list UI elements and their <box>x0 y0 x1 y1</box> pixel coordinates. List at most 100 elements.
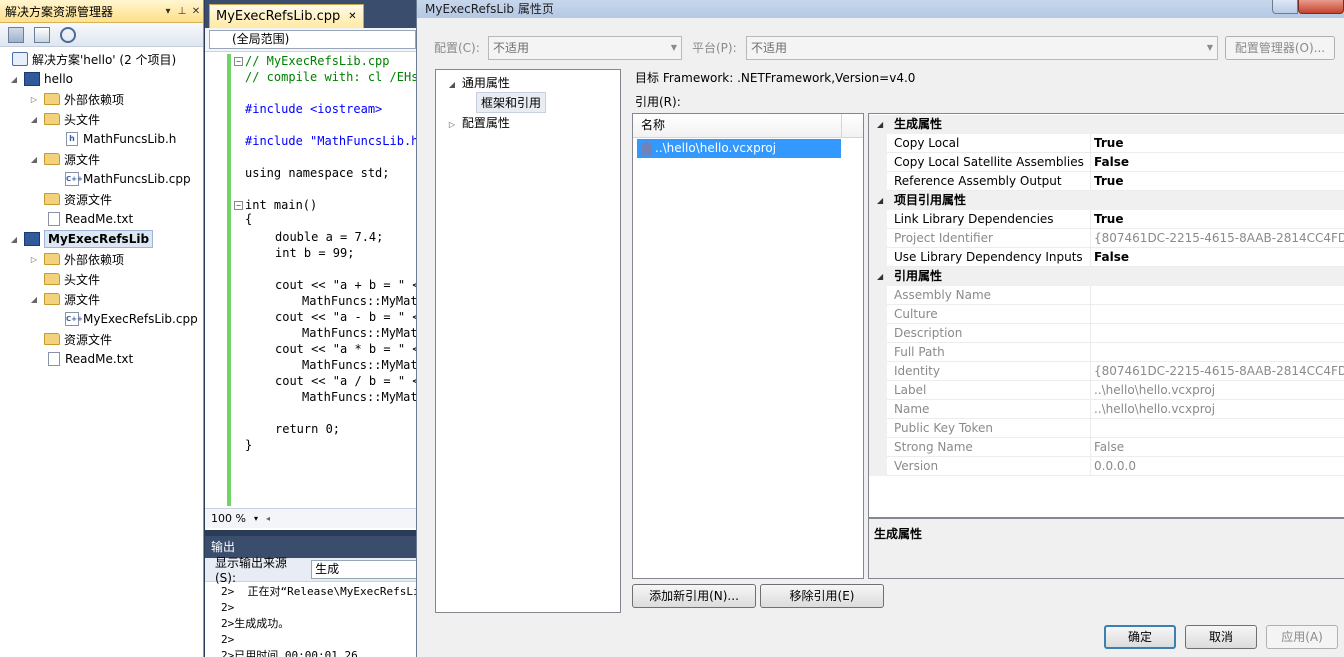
tree-item-folder[interactable]: ◢ 源文件 <box>0 289 203 309</box>
zoom-bar: 100 % ▾ ◂ <box>205 508 420 528</box>
folder-icon <box>44 193 60 205</box>
expand-arrow-icon[interactable]: ▷ <box>28 255 40 264</box>
close-button[interactable] <box>1298 0 1344 14</box>
add-new-reference-button[interactable]: 添加新引用(N)... <box>632 584 756 608</box>
collapse-arrow-icon[interactable]: ◢ <box>28 155 40 164</box>
collapse-arrow-icon[interactable]: ◢ <box>8 75 20 84</box>
tree-item-file[interactable]: C++ MathFuncsLib.cpp <box>0 169 203 189</box>
references-list[interactable]: 名称 ..\hello\hello.vcxproj <box>632 113 864 579</box>
scroll-left-icon[interactable]: ◂ <box>266 514 270 523</box>
collapse-arrow-icon[interactable]: ◢ <box>28 115 40 124</box>
tree-item-file[interactable]: ReadMe.txt <box>0 209 203 229</box>
code-area[interactable]: − // MyExecRefsLib.cpp // compile with: … <box>205 52 420 508</box>
cancel-button[interactable]: 取消 <box>1185 625 1257 649</box>
output-source-dropdown[interactable]: 生成 <box>311 560 420 579</box>
tree-item-file[interactable]: ReadMe.txt <box>0 349 203 369</box>
tree-item-folder[interactable]: ◢ 头文件 <box>0 109 203 129</box>
nav-item-framework-references[interactable]: 框架和引用 <box>476 92 547 113</box>
property-row[interactable]: Full Path <box>869 343 1344 362</box>
collapse-arrow-icon[interactable]: ◢ <box>28 295 40 304</box>
tab-myexecrefslib-cpp[interactable]: MyExecRefsLib.cpp ✕ <box>209 4 364 28</box>
output-source-label: 显示输出来源(S): <box>215 556 288 585</box>
reference-icon <box>641 142 652 155</box>
property-category[interactable]: ◢ 项目引用属性 <box>869 191 1344 210</box>
tree-item-file[interactable]: h MathFuncsLib.h <box>0 129 203 149</box>
code-line: #include "MathFuncsLib.h <box>245 134 419 148</box>
close-icon[interactable]: ✕ <box>348 11 356 22</box>
close-icon[interactable]: ✕ <box>189 6 203 17</box>
show-all-files-icon[interactable] <box>34 26 50 43</box>
tree-item-file[interactable]: C++ MyExecRefsLib.cpp <box>0 309 203 329</box>
property-row[interactable]: Name ..\hello\hello.vcxproj <box>869 400 1344 419</box>
property-row[interactable]: Reference Assembly Output True <box>869 172 1344 191</box>
collapse-arrow-icon: ◢ <box>877 120 884 129</box>
fold-toggle-icon[interactable]: − <box>234 57 243 66</box>
property-row[interactable]: Culture <box>869 305 1344 324</box>
chevron-down-icon: ▼ <box>670 43 677 52</box>
property-row[interactable]: Copy Local True <box>869 134 1344 153</box>
fold-toggle-icon[interactable]: − <box>234 201 243 210</box>
property-grid: ◢ 生成属性 Copy Local True Copy Local Satellit… <box>868 113 1344 518</box>
tree-item-folder[interactable]: 资源文件 <box>0 329 203 349</box>
solution-tree: 解决方案'hello' (2 个项目) ◢ hello ▷ 外部依赖项 ◢ 头文… <box>0 47 203 369</box>
property-pages-dialog: MyExecRefsLib 属性页 配置(C): 不适用 ▼ 平台(P): 不适… <box>416 0 1344 657</box>
zoom-level[interactable]: 100 % <box>211 512 246 525</box>
tree-item-folder[interactable]: ◢ 源文件 <box>0 149 203 169</box>
tree-item-folder[interactable]: 资源文件 <box>0 189 203 209</box>
collapse-arrow-icon: ◢ <box>877 196 884 205</box>
references-label: 引用(R): <box>635 95 681 109</box>
property-row[interactable]: Assembly Name <box>869 286 1344 305</box>
dropdown-arrow-icon[interactable]: ▾ <box>161 6 175 17</box>
output-line: 2>已用时间 00:00:01.26 <box>221 649 358 657</box>
property-row[interactable]: Version 0.0.0.0 <box>869 457 1344 476</box>
column-header-name[interactable]: 名称 <box>633 114 863 138</box>
properties-icon[interactable] <box>8 26 24 43</box>
expand-arrow-icon[interactable]: ▷ <box>28 95 40 104</box>
chevron-down-icon: ▼ <box>1206 43 1213 52</box>
collapse-arrow-icon[interactable]: ◢ <box>8 235 20 244</box>
property-category[interactable]: ◢ 引用属性 <box>869 267 1344 286</box>
tree-item-folder[interactable]: ▷ 外部依赖项 <box>0 89 203 109</box>
property-row[interactable]: Identity {807461DC-2215-4615-8AAB-2814CC4… <box>869 362 1344 381</box>
property-row[interactable]: Label ..\hello\hello.vcxproj <box>869 381 1344 400</box>
remove-reference-button[interactable]: 移除引用(E) <box>760 584 884 608</box>
header-file-icon: h <box>66 132 78 146</box>
property-row[interactable]: Public Key Token <box>869 419 1344 438</box>
scope-bar: (全局范围) <box>205 28 420 52</box>
property-row[interactable]: Project Identifier {807461DC-2215-4615-8A… <box>869 229 1344 248</box>
property-category[interactable]: ◢ 生成属性 <box>869 115 1344 134</box>
tree-item-project-hello[interactable]: ◢ hello <box>0 69 203 89</box>
folder-icon <box>44 153 60 165</box>
tree-item-folder[interactable]: 头文件 <box>0 269 203 289</box>
help-button[interactable] <box>1272 0 1298 14</box>
reference-item[interactable]: ..\hello\hello.vcxproj <box>637 139 841 158</box>
nav-item-common-properties[interactable]: ◢ 通用属性 <box>446 74 510 91</box>
output-source-bar: 显示输出来源(S): 生成 <box>205 556 420 585</box>
output-line: 2>生成成功。 <box>221 617 290 630</box>
property-row[interactable]: Link Library Dependencies True <box>869 210 1344 229</box>
output-text[interactable]: 2> 正在对“Release\MyExecRefsLil 2> 2>生成成功。 … <box>205 582 426 657</box>
pin-icon[interactable]: ⊥ <box>175 6 189 17</box>
property-row[interactable]: Copy Local Satellite Assemblies False <box>869 153 1344 172</box>
configuration-dropdown: 不适用 ▼ <box>488 36 682 60</box>
property-row[interactable]: Description <box>869 324 1344 343</box>
text-file-icon <box>48 212 60 226</box>
chevron-down-icon[interactable]: ▾ <box>254 514 258 523</box>
folder-icon <box>44 93 60 105</box>
view-class-diagram-icon[interactable] <box>60 26 76 43</box>
change-indicator <box>227 54 231 506</box>
description-title: 生成属性 <box>874 527 923 541</box>
tree-item-project-myexecrefslib[interactable]: ◢ MyExecRefsLib <box>0 229 203 249</box>
solution-explorer-titlebar: 解决方案资源管理器 ▾ ⊥ ✕ <box>0 0 203 23</box>
code-editor-panel: MyExecRefsLib.cpp ✕ (全局范围) − // MyExecRe… <box>205 0 420 530</box>
nav-item-configuration-properties[interactable]: ▷ 配置属性 <box>446 114 510 131</box>
property-row[interactable]: Use Library Dependency Inputs False <box>869 248 1344 267</box>
scope-dropdown[interactable]: (全局范围) <box>209 30 416 49</box>
code-line: cout << "a + b = " < <box>275 278 420 292</box>
tree-item-folder[interactable]: ▷ 外部依赖项 <box>0 249 203 269</box>
ok-button[interactable]: 确定 <box>1104 625 1176 649</box>
code-line: int main() <box>245 198 318 212</box>
property-row[interactable]: Strong Name False <box>869 438 1344 457</box>
cpp-file-icon: C++ <box>65 172 83 186</box>
tree-item-solution[interactable]: 解决方案'hello' (2 个项目) <box>0 49 203 69</box>
